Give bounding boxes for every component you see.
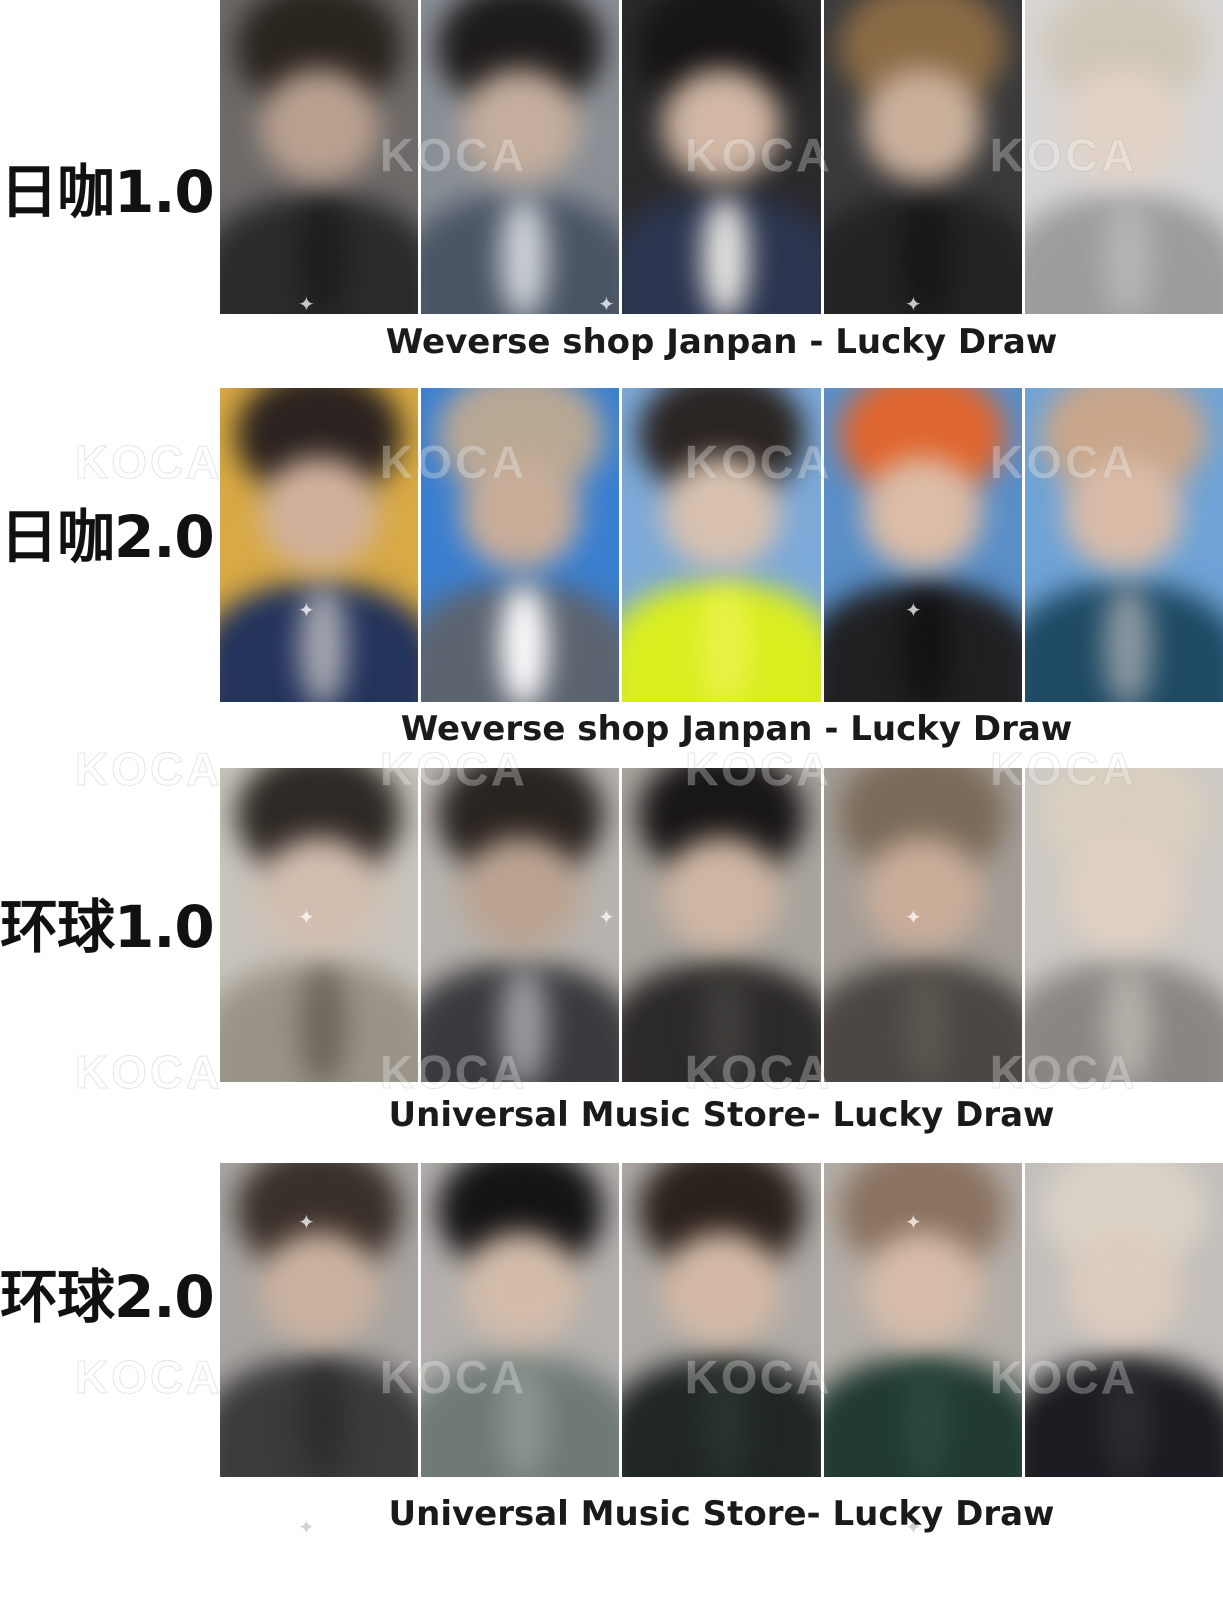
photocard-face-shape [863, 837, 983, 951]
watermark: KOCA [74, 1351, 223, 1404]
photocard-strip [220, 388, 1223, 702]
photocard-accent-shape [299, 962, 347, 1082]
photocard [421, 388, 620, 702]
photocard-face-shape [863, 1232, 983, 1346]
photocard [622, 768, 821, 1082]
photocard-face-shape [1064, 69, 1184, 183]
photocard-strip [220, 0, 1223, 314]
photocard [1024, 768, 1223, 1082]
photocard-face-shape [259, 837, 379, 951]
strip-caption-3: Universal Music Store- Lucky Draw [388, 1095, 1055, 1135]
photocard-face-shape [460, 837, 580, 951]
photocard-face-shape [259, 1232, 379, 1346]
photocard [421, 0, 620, 314]
photocard-face-shape [863, 69, 983, 183]
photocard-accent-shape [500, 194, 549, 314]
photocard [220, 388, 419, 702]
photocard-accent-shape [701, 582, 750, 702]
row-label-2: 日咖2.0 [0, 503, 215, 571]
photocard-accent-shape [299, 582, 347, 702]
photocard-accent-shape [701, 962, 750, 1082]
photocard [823, 388, 1022, 702]
photocard-accent-shape [500, 582, 549, 702]
photocard-face-shape [662, 69, 781, 183]
photocard-face-shape [863, 457, 983, 571]
watermark: KOCA [74, 743, 223, 796]
photocard-face-shape [460, 457, 580, 571]
photocard-accent-shape [299, 194, 347, 314]
watermark: KOCA [74, 436, 223, 489]
photocard-accent-shape [701, 194, 750, 314]
photocard-face-shape [662, 457, 781, 571]
photocard-face-shape [1064, 457, 1184, 571]
photocard-face-shape [259, 457, 379, 571]
photocard-face-shape [460, 69, 580, 183]
photocard [220, 768, 419, 1082]
photocard-accent-shape [500, 962, 549, 1082]
photocard-face-shape [662, 837, 781, 951]
photocard-face-shape [460, 1232, 580, 1346]
strip-caption-4: Universal Music Store- Lucky Draw [388, 1494, 1055, 1534]
photocard-accent-shape [1104, 194, 1152, 314]
photocard-face-shape [1064, 837, 1184, 951]
photocard-accent-shape [701, 1357, 750, 1477]
strip-caption-1: Weverse shop Janpan - Lucky Draw [385, 322, 1058, 362]
photocard [1024, 1163, 1223, 1477]
photocard [622, 0, 821, 314]
photocard-accent-shape [299, 1357, 347, 1477]
row-label-1: 日咖1.0 [0, 158, 215, 226]
photocard [1024, 0, 1223, 314]
photocard [421, 768, 620, 1082]
photocard [622, 1163, 821, 1477]
photocard [622, 388, 821, 702]
row-label-4: 环球2.0 [0, 1263, 215, 1331]
photocard [220, 0, 419, 314]
photocard-accent-shape [1104, 962, 1152, 1082]
photocard [823, 1163, 1022, 1477]
photocard-accent-shape [1104, 1357, 1152, 1477]
photocard-face-shape [1064, 1232, 1184, 1346]
strip-caption-2: Weverse shop Janpan - Lucky Draw [400, 709, 1073, 749]
photocard-face-shape [662, 1232, 781, 1346]
photocard [220, 1163, 419, 1477]
watermark: KOCA [74, 1046, 223, 1099]
photocard [823, 768, 1022, 1082]
photocard [421, 1163, 620, 1477]
photocard-face-shape [259, 69, 379, 183]
photocard [823, 0, 1022, 314]
photocard-strip [220, 1163, 1223, 1477]
photocard [1024, 388, 1223, 702]
photocard-strip [220, 768, 1223, 1082]
photocard-accent-shape [1104, 582, 1152, 702]
photocard-accent-shape [500, 1357, 549, 1477]
row-label-3: 环球1.0 [0, 893, 215, 961]
